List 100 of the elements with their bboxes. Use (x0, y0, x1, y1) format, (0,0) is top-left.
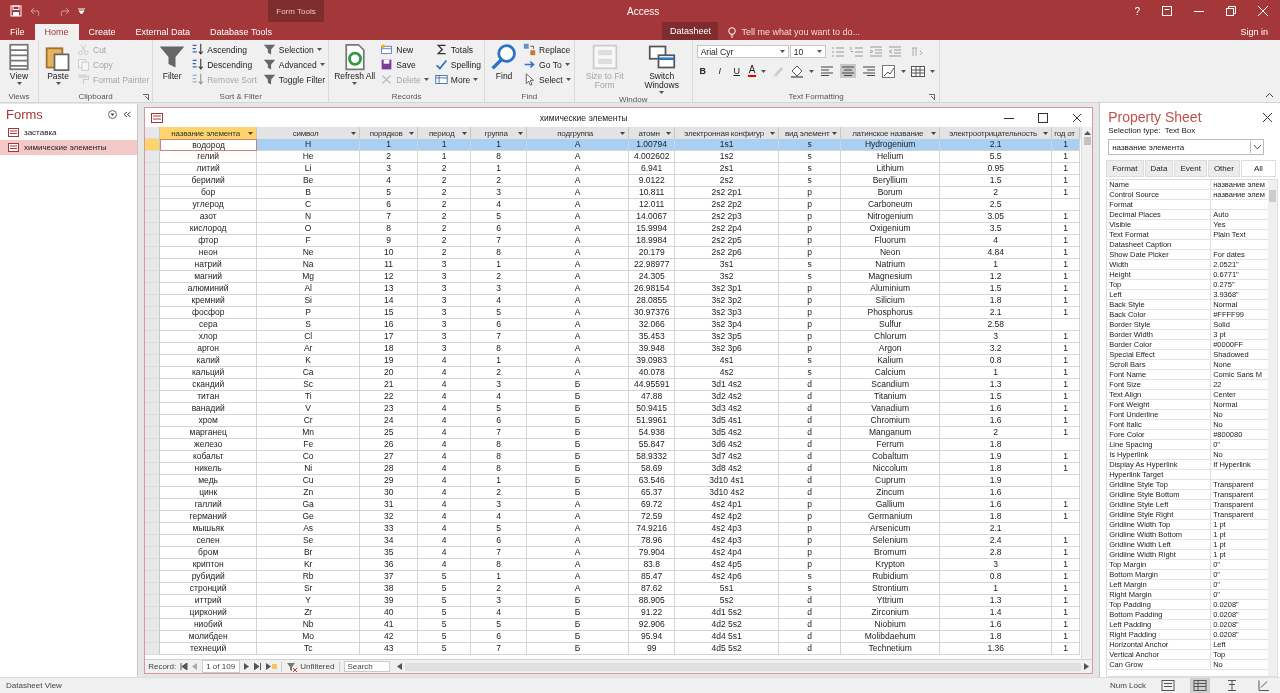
ribbon-button[interactable]: Advanced (262, 57, 326, 72)
nav-pane-item[interactable]: химические элементы (0, 140, 138, 155)
property-tab[interactable]: Other (1207, 160, 1240, 177)
record-position-field[interactable]: 1 of 109 (202, 660, 241, 673)
align-center-icon[interactable] (840, 64, 857, 78)
font-size-field[interactable]: 10 (789, 45, 826, 58)
row-selector[interactable] (145, 211, 161, 223)
ribbon-button[interactable]: Find (488, 42, 521, 91)
restore-icon[interactable] (1226, 6, 1236, 16)
row-selector[interactable] (145, 319, 161, 331)
ribbon-button[interactable]: Descending (191, 57, 257, 72)
select-all-cell[interactable] (145, 127, 161, 139)
ribbon-button[interactable]: Totals (434, 42, 482, 57)
row-selector[interactable] (145, 175, 161, 187)
maximize-icon[interactable] (1038, 112, 1049, 123)
save-icon[interactable] (10, 5, 22, 17)
dialog-launcher-icon[interactable] (143, 94, 150, 100)
ribbon-button[interactable]: Paste (42, 42, 74, 91)
row-selector[interactable] (145, 535, 161, 547)
row-selector[interactable] (145, 619, 161, 631)
scrollbar-thumb[interactable] (1269, 190, 1276, 202)
ribbon-tab[interactable]: Home (34, 24, 79, 40)
paint-bucket-icon[interactable] (790, 64, 805, 78)
row-selector[interactable] (145, 583, 161, 595)
ribbon-button[interactable]: Save (380, 57, 429, 72)
ribbon-tab[interactable]: File (0, 24, 35, 40)
property-tab[interactable]: Format (1106, 160, 1144, 177)
row-selector[interactable] (145, 331, 161, 343)
property-tab[interactable]: Data (1144, 160, 1174, 177)
row-selector[interactable] (145, 571, 161, 583)
ribbon-button[interactable]: Switch Windows (634, 42, 689, 95)
row-selector[interactable] (145, 523, 161, 535)
row-selector[interactable] (145, 139, 161, 151)
row-selector[interactable] (145, 235, 161, 247)
row-selector[interactable] (145, 631, 161, 643)
row-selector[interactable] (145, 427, 161, 439)
form-view-icon[interactable] (1158, 678, 1178, 693)
ribbon-tab[interactable]: Create (78, 24, 126, 40)
row-selector[interactable] (145, 259, 161, 271)
ribbon-button[interactable]: Filter (156, 42, 189, 91)
object-selector-field[interactable]: название элемента (1108, 139, 1264, 155)
collapse-ribbon-icon[interactable] (1265, 92, 1274, 98)
row-selector[interactable] (145, 343, 161, 355)
align-left-icon[interactable] (819, 64, 836, 78)
tell-me-field[interactable]: Tell me what you want to do... (718, 24, 860, 40)
text-style-button[interactable]: I (713, 66, 726, 76)
ribbon-button[interactable]: Ascending (191, 42, 257, 57)
ribbon-button[interactable]: View (3, 42, 35, 91)
row-selector[interactable] (145, 247, 161, 259)
row-selector[interactable] (145, 643, 161, 655)
row-selector[interactable] (145, 367, 161, 379)
row-selector[interactable] (145, 439, 161, 451)
row-selector[interactable] (145, 463, 161, 475)
row-selector[interactable] (145, 151, 161, 163)
row-selector[interactable] (145, 283, 161, 295)
row-selector[interactable] (145, 355, 161, 367)
ribbon-display-icon[interactable] (1162, 6, 1172, 16)
row-selector[interactable] (145, 199, 161, 211)
row-selector[interactable] (145, 475, 161, 487)
row-selector[interactable] (145, 187, 161, 199)
scroll-left-icon[interactable] (397, 663, 403, 670)
text-style-button[interactable]: U (730, 66, 743, 76)
new-record-icon[interactable] (266, 663, 278, 670)
row-selector[interactable] (145, 163, 161, 175)
text-style-button[interactable]: B (696, 66, 709, 76)
dropdown-icon[interactable] (108, 110, 118, 119)
dialog-launcher-icon[interactable] (929, 94, 936, 100)
scroll-right-icon[interactable] (1084, 663, 1090, 670)
ribbon-button[interactable]: New (380, 42, 429, 57)
row-selector[interactable] (145, 307, 161, 319)
align-right-icon[interactable] (861, 64, 878, 78)
datasheet-view-icon[interactable] (1190, 678, 1210, 693)
close-icon[interactable] (1072, 112, 1083, 123)
ribbon-button[interactable]: Go To (523, 57, 571, 72)
row-selector[interactable] (145, 451, 161, 463)
ribbon-button[interactable]: Refresh All (332, 42, 378, 91)
help-button[interactable]: ? (1134, 5, 1140, 17)
scroll-up-icon[interactable] (1083, 130, 1091, 135)
row-selector[interactable] (145, 223, 161, 235)
row-selector[interactable] (145, 595, 161, 607)
bulleted-list-icon[interactable] (830, 45, 845, 58)
row-selector[interactable] (145, 487, 161, 499)
gridlines-icon[interactable] (911, 65, 926, 77)
nav-pane-item[interactable]: заставка (0, 125, 138, 140)
numbered-list-icon[interactable] (849, 45, 864, 58)
previous-record-icon[interactable] (192, 663, 199, 670)
sign-in-link[interactable]: Sign in (1240, 24, 1280, 40)
vertical-scrollbar[interactable] (1268, 180, 1277, 676)
collapse-pane-icon[interactable] (123, 111, 132, 118)
row-selector[interactable] (145, 295, 161, 307)
row-selector[interactable] (145, 499, 161, 511)
property-tab[interactable]: Event (1174, 160, 1207, 177)
outdent-icon[interactable] (887, 45, 902, 58)
ribbon-tab[interactable]: External Data (125, 24, 201, 40)
conditional-formatting-icon[interactable] (882, 64, 897, 78)
ribbon-button[interactable]: Toggle Filter (262, 72, 326, 87)
filter-status-button[interactable]: Unfiltered (281, 661, 341, 672)
ribbon-button[interactable]: Spelling (434, 57, 482, 72)
scrollbar-thumb[interactable] (1083, 137, 1091, 145)
row-selector[interactable] (145, 415, 161, 427)
